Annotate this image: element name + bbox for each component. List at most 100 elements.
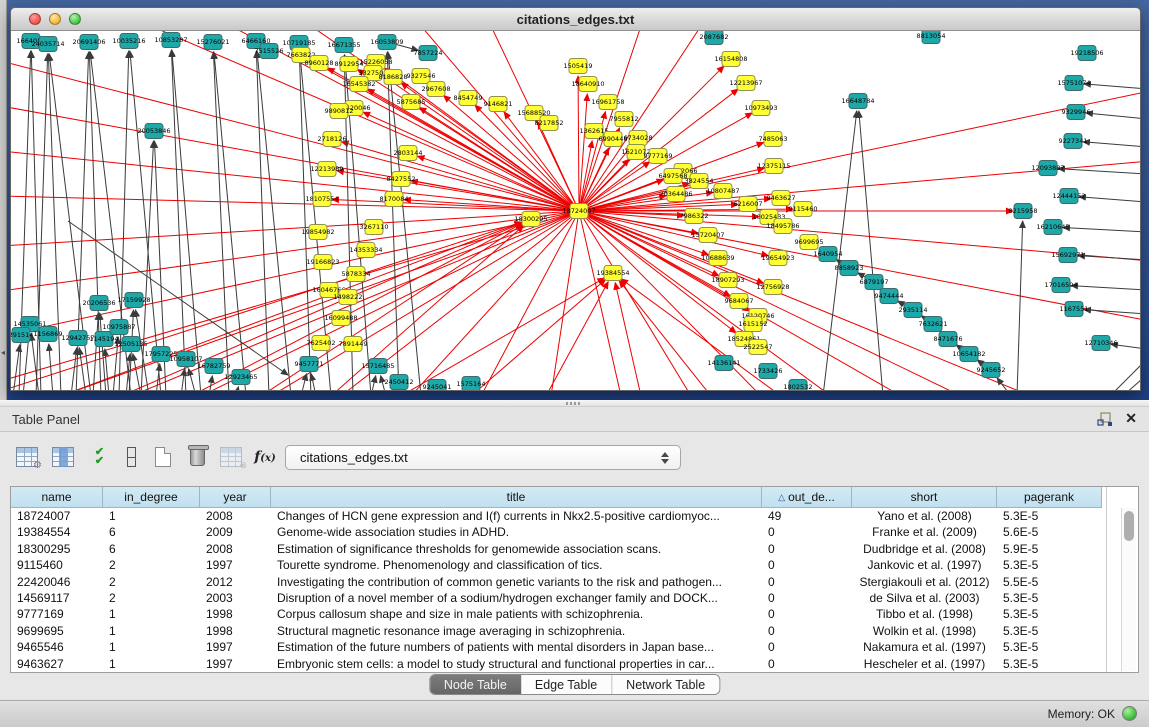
table-cell[interactable]: Embryonic stem cells: a model to study s… (271, 656, 762, 672)
table-cell[interactable]: 1 (103, 623, 200, 639)
graph-node[interactable]: 2087682 (700, 31, 729, 45)
graph-node[interactable]: 12213967 (729, 76, 762, 91)
table-cell[interactable]: 2 (103, 574, 200, 590)
table-cell[interactable]: 1 (103, 606, 200, 622)
graph-node[interactable]: 7625402 (307, 336, 336, 351)
table-cell[interactable]: 1997 (200, 656, 271, 672)
table-cell[interactable]: 0 (762, 524, 852, 540)
table-cell[interactable]: 1998 (200, 623, 271, 639)
table-cell[interactable]: 5.3E-5 (997, 656, 1102, 672)
graph-node[interactable]: 10807487 (706, 184, 739, 199)
graph-node[interactable]: 8427552 (387, 172, 416, 187)
table-mode-button[interactable]: ⚙ (12, 442, 42, 472)
graph-node[interactable]: 14136141 (707, 356, 740, 371)
table-cell[interactable]: 9465546 (11, 639, 103, 655)
table-cell[interactable]: 0 (762, 623, 852, 639)
graph-node[interactable]: 20206536 (82, 296, 115, 311)
delete-column-button[interactable] (182, 442, 212, 472)
column-header-out_de[interactable]: △out_de... (762, 487, 852, 508)
graph-node[interactable]: 20691406 (72, 35, 105, 50)
graph-node[interactable]: 12756928 (756, 280, 789, 295)
table-cell[interactable]: 1997 (200, 557, 271, 573)
table-cell[interactable]: Dudbridge et al. (2008) (852, 541, 997, 557)
row-layout-button[interactable] (116, 442, 146, 472)
graph-node[interactable]: 12093887 (1031, 161, 1064, 176)
table-cell[interactable]: 0 (762, 639, 852, 655)
float-panel-icon[interactable] (1097, 412, 1113, 427)
close-panel-icon[interactable]: ✕ (1125, 410, 1137, 427)
table-cell[interactable]: 0 (762, 606, 852, 622)
table-cell[interactable]: 2009 (200, 524, 271, 540)
column-header-pagerank[interactable]: pagerank (997, 487, 1102, 508)
graph-node[interactable]: 18640910 (571, 77, 604, 92)
table-cell[interactable]: de Silva et al. (2003) (852, 590, 997, 606)
graph-node[interactable]: 1802532 (784, 380, 813, 392)
tab-edge-table[interactable]: Edge Table (521, 675, 611, 694)
table-cell[interactable]: Wolkin et al. (1998) (852, 623, 997, 639)
panel-splitter[interactable] (0, 400, 1149, 407)
column-header-year[interactable]: year (200, 487, 271, 508)
table-cell[interactable]: 5.3E-5 (997, 508, 1102, 524)
graph-node[interactable]: 19384554 (596, 266, 629, 281)
graph-node[interactable]: 15751074 (1057, 76, 1090, 91)
table-row[interactable]: 2242004622012Investigating the contribut… (11, 574, 1102, 590)
table-cell[interactable]: 1 (103, 656, 200, 672)
table-row[interactable]: 1830029562008Estimation of significance … (11, 541, 1102, 557)
table-cell[interactable]: 9777169 (11, 606, 103, 622)
graph-node[interactable]: 9329946 (1062, 105, 1091, 120)
table-cell[interactable]: Stergiakouli et al. (2012) (852, 574, 997, 590)
table-cell[interactable]: 2 (103, 557, 200, 573)
table-cell[interactable]: Structural magnetic resonance image aver… (271, 623, 762, 639)
table-cell[interactable]: 6 (103, 524, 200, 540)
graph-node[interactable]: 8215958 (1009, 204, 1038, 219)
graph-node[interactable]: 1575164 (457, 377, 486, 392)
graph-node[interactable]: 9115460 (789, 202, 818, 217)
table-cell[interactable]: 5.9E-5 (997, 541, 1102, 557)
table-cell[interactable]: 1997 (200, 639, 271, 655)
table-cell[interactable]: 22420046 (11, 574, 103, 590)
network-canvas[interactable]: 1664053240357142069140610035216108532871… (11, 31, 1140, 391)
table-cell[interactable]: 0 (762, 574, 852, 590)
column-header-in_degree[interactable]: in_degree (103, 487, 200, 508)
table-cell[interactable]: 6 (103, 541, 200, 557)
graph-node[interactable]: 391514 (11, 328, 33, 343)
table-cell[interactable]: Jankovic et al. (1997) (852, 557, 997, 573)
table-cell[interactable]: 1998 (200, 606, 271, 622)
column-header-title[interactable]: title (271, 487, 762, 508)
table-cell[interactable]: 2008 (200, 541, 271, 557)
graph-node[interactable]: 8170084 (380, 192, 409, 207)
table-cell[interactable]: 5.3E-5 (997, 623, 1102, 639)
table-row[interactable]: 946554611997Estimation of the future num… (11, 639, 1102, 655)
graph-node[interactable]: 19854982 (301, 225, 334, 240)
function-builder-button[interactable]: f(x) (250, 442, 280, 472)
table-row[interactable]: 969969511998Structural magnetic resonanc… (11, 623, 1102, 639)
table-row[interactable]: 977716911998Corpus callosum shape and si… (11, 606, 1102, 622)
table-cell[interactable]: 5.3E-5 (997, 557, 1102, 573)
table-cell[interactable]: 9463627 (11, 656, 103, 672)
table-cell[interactable]: Estimation of the future numbers of pati… (271, 639, 762, 655)
table-cell[interactable]: 5.5E-5 (997, 574, 1102, 590)
graph-node[interactable]: 12444152 (1052, 189, 1085, 204)
graph-node[interactable]: 7955812 (610, 112, 639, 127)
graph-node[interactable]: 10654182 (952, 347, 985, 362)
table-cell[interactable]: 14569117 (11, 590, 103, 606)
graph-node[interactable]: 10853287 (154, 33, 187, 48)
graph-node[interactable]: 1733426 (754, 364, 783, 379)
network-window[interactable]: citations_edges.txt 16640532403571420691… (10, 7, 1141, 391)
create-column-button[interactable] (148, 442, 178, 472)
table-cell[interactable]: 0 (762, 590, 852, 606)
graph-node[interactable]: 12710346 (1084, 336, 1117, 351)
table-cell[interactable]: Tibbo et al. (1998) (852, 606, 997, 622)
graph-node[interactable]: 15720407 (691, 228, 724, 243)
table-cell[interactable]: 2012 (200, 574, 271, 590)
table-cell[interactable]: 5.3E-5 (997, 639, 1102, 655)
table-cell[interactable]: 0 (762, 541, 852, 557)
table-row[interactable]: 1872400712008Changes of HCN gene express… (11, 508, 1102, 524)
table-cell[interactable]: 9115460 (11, 557, 103, 573)
graph-node[interactable]: 7485063 (759, 132, 788, 147)
graph-node[interactable]: 9146821 (484, 97, 513, 112)
tab-network-table[interactable]: Network Table (611, 675, 719, 694)
table-source-select[interactable]: citations_edges.txt (285, 445, 681, 470)
table-row[interactable]: 1456911722003Disruption of a novel membe… (11, 590, 1102, 606)
graph-node[interactable]: 7857224 (414, 46, 443, 61)
